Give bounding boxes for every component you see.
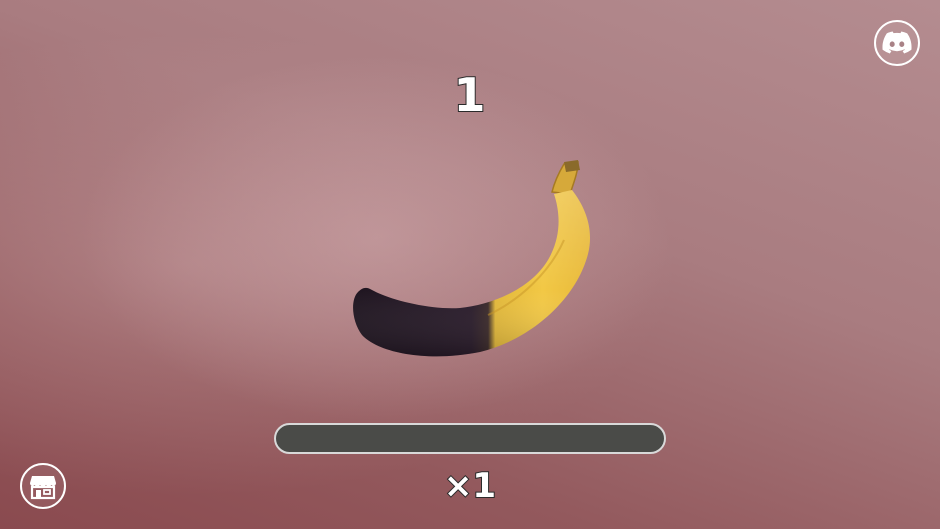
- multiplier-label: ×1: [443, 465, 497, 507]
- discord-button[interactable]: [874, 20, 920, 66]
- progress-bar: [274, 423, 666, 454]
- shop-icon: [30, 476, 56, 500]
- game-screen: { "score": "1", "multiplier": "×1", "pro…: [0, 0, 940, 529]
- score-counter: 1: [452, 67, 487, 123]
- discord-icon: [882, 31, 912, 54]
- banana[interactable]: [340, 150, 600, 380]
- shop-button[interactable]: [20, 463, 66, 509]
